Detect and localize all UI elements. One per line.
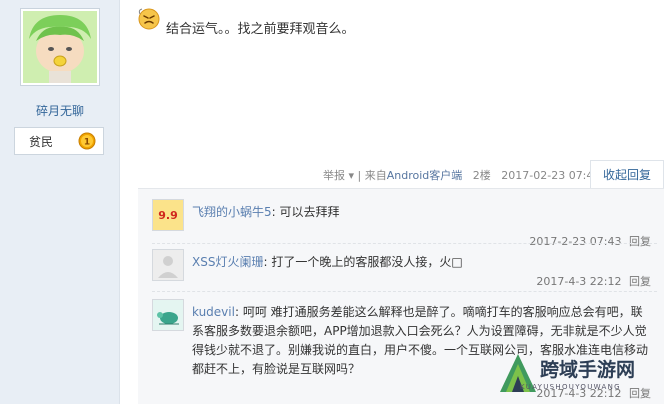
reply-colon: : [234, 305, 240, 319]
client-link[interactable]: Android客户端 [387, 169, 463, 182]
site-watermark: 跨域手游网 KUAYUSHOUYOUWANG [494, 350, 664, 404]
watermark-subtitle: KUAYUSHOUYOUWANG [520, 383, 621, 391]
post-time: 2017-02-23 07:42 [501, 169, 601, 182]
reply-text: 打了一个晚上的客服都没人接，火□ [271, 255, 463, 269]
reply-avatar[interactable] [152, 299, 184, 331]
reply-username[interactable]: XSS灯火阑珊 [192, 255, 263, 269]
floor-number: 2楼 [472, 169, 491, 182]
reply-avatar[interactable]: 9.9 [152, 199, 184, 231]
reply-text: 可以去拜拜 [279, 205, 340, 219]
post-meta: 举报 ▾ | 来自Android客户端 2楼 2017-02-23 07:42 [323, 167, 600, 183]
reply-time: 2017-2-23 07:43 [529, 235, 622, 248]
emoticon-icon [138, 8, 160, 30]
reply-time-row: 2017-4-3 22:12 回复 [536, 273, 651, 289]
reply-colon: : [263, 255, 268, 269]
reply-time: 2017-4-3 22:12 [536, 275, 622, 288]
author-avatar[interactable] [20, 8, 100, 86]
report-link[interactable]: 举报 [323, 169, 345, 182]
reply-item: 9.9 飞翔的小蜗牛5: 可以去拜拜 2017-2-23 07:43 回复 [152, 199, 657, 249]
turtle-avatar-icon [153, 300, 183, 330]
watermark-title: 跨域手游网 [540, 359, 636, 381]
reply-time-row: 2017-2-23 07:43 回复 [529, 233, 651, 249]
reply-button[interactable]: 回复 [629, 275, 651, 288]
author-rank-label: 贫民 [29, 134, 54, 149]
default-avatar-icon [153, 250, 183, 280]
reply-username[interactable]: kudevil [192, 305, 235, 319]
reply-colon: : [271, 205, 276, 219]
author-sidebar: 碎月无聊 贫民 1 [0, 0, 120, 404]
author-name[interactable]: 碎月无聊 [0, 102, 120, 119]
reply-divider [152, 243, 657, 244]
reply-body: XSS灯火阑珊: 打了一个晚上的客服都没人接，火□ [192, 253, 652, 272]
collapse-replies-button[interactable]: 收起回复 [590, 160, 664, 188]
reply-button[interactable]: 回复 [629, 235, 651, 248]
rank-badge-icon: 1 [78, 132, 96, 150]
avatar-illustration [23, 11, 97, 83]
reply-body: 飞翔的小蜗牛5: 可以去拜拜 [192, 203, 652, 222]
reply-username[interactable]: 飞翔的小蜗牛5 [192, 205, 272, 219]
avatar-image [23, 11, 97, 83]
post-content: 结合运气。。找之前要拜观音么。 [166, 22, 355, 37]
reply-item: XSS灯火阑珊: 打了一个晚上的客服都没人接，火□ 2017-4-3 22:12… [152, 249, 657, 295]
post-page: 碎月无聊 贫民 1 结合运气。。找之前要拜观音么。 举报 ▾ | 来自Andro… [0, 0, 664, 404]
author-rank-box: 贫民 1 [14, 127, 104, 155]
reply-divider [152, 291, 657, 292]
svg-text:1: 1 [84, 138, 90, 148]
meta-separator: | 来自 [354, 169, 387, 182]
reply-avatar[interactable] [152, 249, 184, 281]
avatar-badge-text: 9.9 [158, 208, 178, 222]
